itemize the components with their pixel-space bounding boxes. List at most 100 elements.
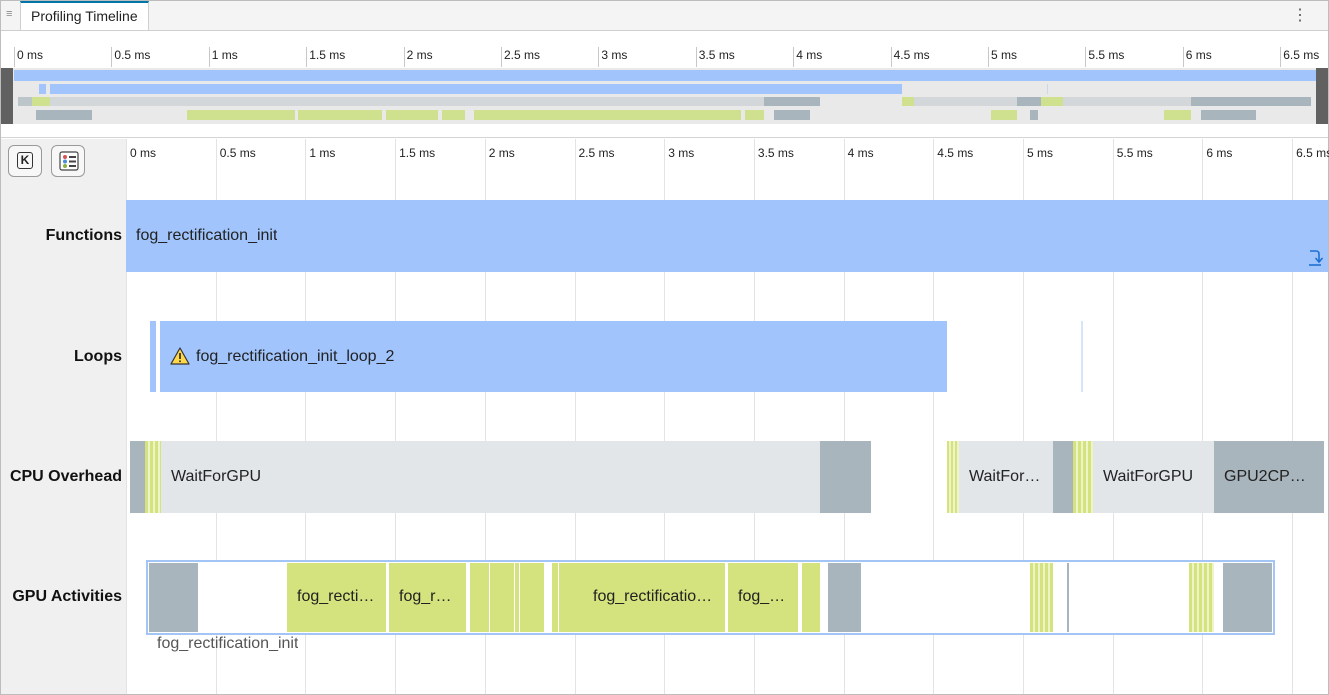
cpu-waitforgpu-bar[interactable]: WaitFor… [959,441,1053,513]
timeline-tick-label: 0.5 ms [219,146,256,160]
cpu-overhead-block[interactable] [145,441,161,513]
overview-mark [1017,97,1041,106]
cpu-bar-label: WaitForGPU [1103,468,1194,485]
overview-tick [403,47,405,67]
overview-mark [1047,84,1048,94]
function-bar[interactable]: fog_rectification_init [126,200,1328,272]
tab-profiling-timeline[interactable]: Profiling Timeline [20,1,149,30]
timeline-tick-label: 6 ms [1206,146,1233,160]
overview-tick-label: 5 ms [991,48,1018,62]
overview-tick-label: 6.5 ms [1283,48,1320,62]
overview-tick-label: 3.5 ms [698,48,735,62]
function-bar-label: fog_rectification_init [136,227,278,244]
loop-bar-label: fog_rectification_init_loop_2 [196,348,395,365]
overview-left-handle[interactable] [1,68,13,124]
cpu-overhead-block[interactable] [947,441,959,513]
gpu-kernel-bar[interactable] [552,563,583,632]
row-label-loops: Loops [74,348,122,365]
legend-button[interactable] [51,145,85,177]
overview-mark [991,110,1017,120]
gpu-gap [489,563,490,632]
gpu-memcpy-block[interactable] [1223,563,1272,632]
timeline-tick-label: 6.5 ms [1296,146,1329,160]
keyboard-shortcuts-icon: K [17,152,33,169]
grip-icon[interactable]: ≡ [6,8,12,20]
gpu-group-label: fog_rectification_init [157,635,299,652]
overview-mark [745,110,764,120]
overview-mark [187,110,295,120]
step-into-icon[interactable] [1307,249,1323,267]
overview-tick-label: 5.5 ms [1088,48,1125,62]
overview-mark [1063,97,1191,106]
overview-tick-label: 4.5 ms [893,48,930,62]
overview-mark [36,110,92,120]
cpu-overhead-block[interactable] [1073,441,1093,513]
gpu-bar-label: fog_… [738,588,786,605]
overview-tick-label: 2 ms [406,48,433,62]
overview-tick [14,47,15,67]
overview-mark [902,97,914,106]
overview-tick [890,47,892,67]
gpu-gap [519,563,520,632]
cpu-overhead-block[interactable] [1053,441,1073,513]
overview-tick [501,47,502,67]
legend-icon [59,151,79,171]
gpu-memcpy-block[interactable] [149,563,198,632]
tab-strip [1,1,1328,31]
overview-mark [1030,110,1038,120]
gpu-kernel-cluster[interactable] [1030,563,1053,632]
timeline-tick-label: 4.5 ms [937,146,974,160]
overview-mark [1164,110,1191,120]
timeline-tick-label: 2.5 ms [578,146,615,160]
overview-tick-label: 1 ms [211,48,238,62]
cpu-bar-label: WaitForGPU [171,468,262,485]
overview-tick [1085,47,1087,67]
overview-tick-label: 3 ms [601,48,628,62]
overview-mark [50,97,764,106]
cpu-bar-label: WaitFor… [969,468,1041,485]
cpu-waitforgpu-bar[interactable]: WaitForGPU [1093,441,1214,513]
overview-mark [764,97,820,106]
timeline-tick-label: 2 ms [488,146,515,160]
cpu-bar-label: GPU2CP… [1224,468,1306,485]
keyboard-shortcuts-button[interactable]: K [8,145,42,177]
overview-tick [988,47,989,67]
gpu-kernel-bar[interactable]: fog_… [728,563,798,632]
cpu-overhead-block[interactable] [820,441,871,513]
overview-tick [1182,47,1184,67]
loop-bar[interactable]: fog_rectification_init_loop_2 [160,321,947,392]
overview-mark [914,97,1017,106]
overview-mark [50,84,902,94]
divider [1,137,1328,138]
overview-mark [32,97,50,106]
kebab-menu-icon[interactable]: ⋮ [1292,5,1308,25]
gpu-kernel-bar[interactable]: fog_rectificatio… [583,563,725,632]
gpu-kernel-cluster[interactable] [1189,563,1214,632]
gpu-kernel-bar[interactable]: fog_r… [389,563,466,632]
overview-tick [793,47,795,67]
gpu-kernel-bar[interactable] [470,563,544,632]
overview-mark [1201,110,1256,120]
row-label-gpu-activities: GPU Activities [12,588,122,605]
gpu-bar-label: fog_recti… [297,588,375,605]
cpu-gpu2cpu-bar[interactable]: GPU2CP… [1214,441,1324,513]
gpu-bar-label: fog_r… [399,588,452,605]
loop-bar-small[interactable] [150,321,156,392]
row-label-cpu-overhead: CPU Overhead [9,468,122,485]
row-label-panel [1,139,126,694]
overview-tick [1280,47,1282,67]
overview-mark [39,84,46,94]
gpu-bar-label: fog_rectificatio… [593,588,713,605]
gpu-kernel-bar[interactable]: fog_recti… [287,563,386,632]
loop-bar-tiny[interactable] [1081,321,1083,392]
overview-mark [386,110,438,120]
overview-right-handle[interactable] [1316,68,1328,124]
cpu-overhead-block[interactable] [130,441,145,513]
gpu-memcpy-block[interactable] [828,563,861,632]
gpu-kernel-bar[interactable] [802,563,820,632]
overview-tick-label: 2.5 ms [504,48,541,62]
cpu-waitforgpu-bar[interactable]: WaitForGPU [161,441,820,513]
timeline-tick-label: 3.5 ms [757,146,794,160]
overview-tick-label: 1.5 ms [309,48,346,62]
gpu-memcpy-block[interactable] [1067,563,1069,632]
